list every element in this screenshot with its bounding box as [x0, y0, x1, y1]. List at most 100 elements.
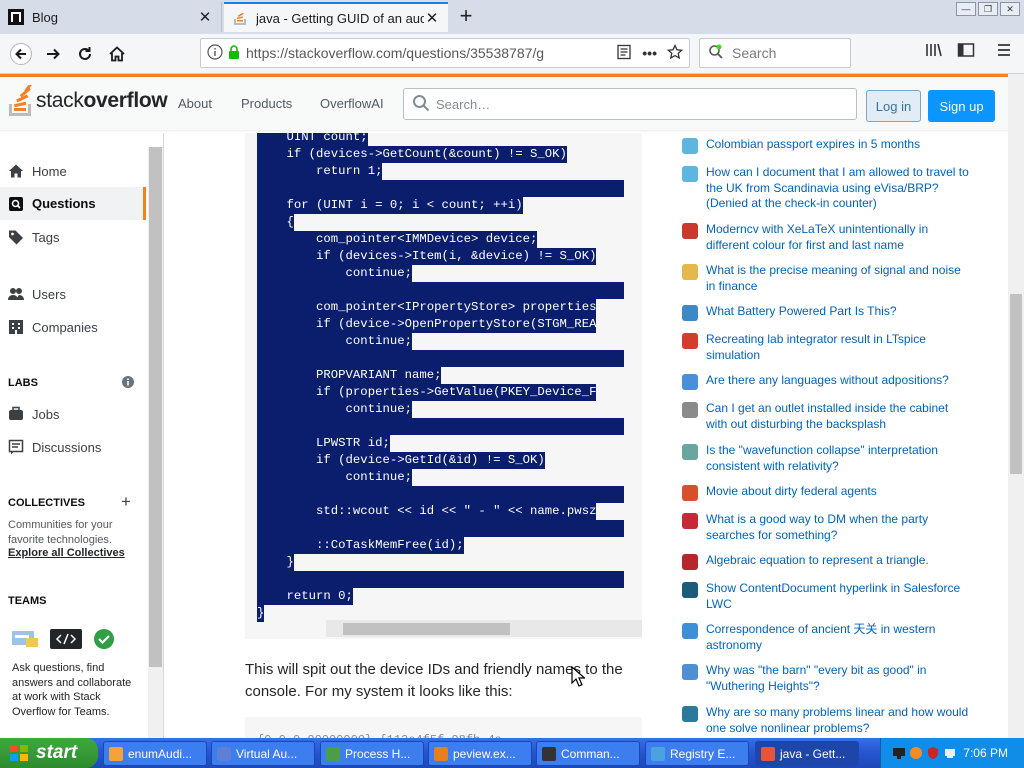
start-label: start: [36, 742, 78, 763]
hot-question-link[interactable]: Why are so many problems linear and how …: [706, 705, 972, 736]
taskbar-item[interactable]: java - Gett...: [755, 741, 859, 766]
menu-hamburger-icon[interactable]: [996, 42, 1012, 63]
taskbar-item[interactable]: enumAudi...: [103, 741, 207, 766]
tab-blog[interactable]: Blog ✕: [0, 2, 222, 32]
sidebar-toggle-icon[interactable]: [957, 42, 975, 63]
hot-question-link[interactable]: Is the "wavefunction collapse" interpret…: [706, 443, 972, 474]
home-button[interactable]: [102, 39, 132, 69]
hot-question-item[interactable]: Why are so many problems linear and how …: [682, 705, 972, 736]
hot-question-link[interactable]: How can I document that I am allowed to …: [706, 165, 972, 212]
so-search-input[interactable]: Search…: [403, 88, 857, 120]
hot-question-item[interactable]: Show ContentDocument hyperlink in Salesf…: [682, 581, 972, 612]
nav-products[interactable]: Products: [241, 96, 292, 111]
code-horizontal-scrollbar[interactable]: [326, 620, 642, 637]
nav-item-questions[interactable]: Questions: [0, 187, 146, 220]
code-horizontal-thumb[interactable]: [343, 623, 510, 635]
restore-icon[interactable]: ❐: [978, 2, 998, 16]
hot-question-item[interactable]: Correspondence of ancient 天关 in western …: [682, 622, 972, 653]
labs-heading: LABS: [8, 377, 38, 389]
code-line-text: for (UINT i = 0; i < count; ++i): [257, 197, 523, 214]
hot-question-link[interactable]: Moderncv with XeLaTeX unintentionally in…: [706, 222, 972, 253]
hot-question-item[interactable]: Are there any languages without adpositi…: [682, 373, 972, 390]
hot-question-item[interactable]: Why was "the barn" "every bit as good" i…: [682, 663, 972, 694]
taskbar-item[interactable]: Registry E...: [645, 741, 749, 766]
hot-question-item[interactable]: Recreating lab integrator result in LTsp…: [682, 332, 972, 363]
nav-item-tags[interactable]: Tags: [8, 229, 59, 245]
hot-question-item[interactable]: What is a good way to DM when the party …: [682, 512, 972, 543]
forward-button[interactable]: [38, 39, 68, 69]
code-line-text: continue;: [257, 401, 412, 418]
reload-button[interactable]: [70, 39, 100, 69]
hot-question-link[interactable]: Colombian passport expires in 5 months: [706, 137, 920, 153]
page-actions-icon[interactable]: •••: [642, 45, 657, 61]
close-window-icon[interactable]: ✕: [1000, 2, 1020, 16]
hot-question-link[interactable]: Show ContentDocument hyperlink in Salesf…: [706, 581, 972, 612]
taskbar-item[interactable]: peview.ex...: [428, 741, 532, 766]
hot-question-link[interactable]: Why was "the barn" "every bit as good" i…: [706, 663, 972, 694]
hot-question-link[interactable]: Are there any languages without adpositi…: [706, 373, 949, 389]
nav-about[interactable]: About: [178, 96, 212, 111]
close-tab-icon[interactable]: ✕: [197, 8, 213, 26]
nav-label: Jobs: [32, 406, 60, 422]
hot-question-item[interactable]: How can I document that I am allowed to …: [682, 165, 972, 212]
browser-search-placeholder: Search: [732, 45, 777, 61]
back-button[interactable]: [6, 39, 36, 69]
hot-question-item[interactable]: Moderncv with XeLaTeX unintentionally in…: [682, 222, 972, 253]
hot-question-link[interactable]: What Battery Powered Part Is This?: [706, 304, 897, 320]
taskbar-item-label: java - Gett...: [780, 746, 846, 761]
hot-question-link[interactable]: Can I get an outlet installed inside the…: [706, 401, 972, 432]
minimize-icon[interactable]: —: [956, 2, 976, 16]
code-line: PROPVARIANT name;: [257, 367, 624, 384]
close-tab-icon[interactable]: ✕: [424, 9, 440, 27]
hot-question-item[interactable]: What Battery Powered Part Is This?: [682, 304, 972, 321]
page-scroll-thumb[interactable]: [1010, 294, 1022, 474]
hot-question-item[interactable]: Algebraic equation to represent a triang…: [682, 553, 972, 570]
code-line: for (UINT i = 0; i < count; ++i): [257, 197, 624, 214]
info-icon[interactable]: [122, 376, 134, 391]
sidebar-scrollbar[interactable]: [148, 147, 163, 738]
nav-item-discussions[interactable]: Discussions: [8, 439, 101, 455]
taskbar-item[interactable]: Virtual Au...: [211, 741, 315, 766]
hot-question-link[interactable]: Correspondence of ancient 天关 in western …: [706, 622, 972, 653]
code-line: ::CoTaskMemFree(id);: [257, 537, 624, 554]
explore-collectives-link[interactable]: Explore all Collectives: [8, 547, 125, 559]
hot-question-item[interactable]: Colombian passport expires in 5 months: [682, 137, 972, 154]
hot-question-item[interactable]: Movie about dirty federal agents: [682, 484, 972, 501]
mouse-cursor-icon: [571, 665, 587, 691]
page-info-icon[interactable]: [207, 43, 223, 63]
hot-question-link[interactable]: What is a good way to DM when the party …: [706, 512, 972, 543]
library-icon[interactable]: [925, 42, 943, 63]
reader-view-icon[interactable]: [616, 44, 632, 63]
hot-question-item[interactable]: Is the "wavefunction collapse" interpret…: [682, 443, 972, 474]
hot-question-link[interactable]: Recreating lab integrator result in LTsp…: [706, 332, 972, 363]
site-movies-icon: [682, 485, 698, 501]
hot-question-link[interactable]: Algebraic equation to represent a triang…: [706, 553, 929, 569]
nav-item-jobs[interactable]: Jobs: [8, 406, 59, 422]
bookmark-star-icon[interactable]: [666, 43, 684, 63]
new-tab-button[interactable]: +: [454, 3, 478, 29]
taskbar-item[interactable]: Comman...: [536, 741, 640, 766]
nav-item-companies[interactable]: Companies: [8, 319, 98, 335]
add-collective-icon[interactable]: +: [121, 492, 131, 512]
hot-question-link[interactable]: Movie about dirty federal agents: [706, 484, 877, 500]
so-logo[interactable]: stack overflow: [8, 85, 168, 117]
signup-button[interactable]: Sign up: [928, 90, 995, 122]
login-button[interactable]: Log in: [866, 90, 921, 122]
site-linguistics-icon: [682, 374, 698, 390]
hot-question-item[interactable]: What is the precise meaning of signal an…: [682, 263, 972, 294]
nav-label: Questions: [32, 196, 96, 211]
teams-illustration: [10, 627, 116, 651]
taskbar-item[interactable]: Process H...: [320, 741, 424, 766]
page-scrollbar[interactable]: [1008, 74, 1024, 738]
nav-overflowai[interactable]: OverflowAI: [320, 96, 384, 111]
start-button[interactable]: start: [0, 738, 98, 768]
code-line-text: if (device->GetId(&id) != S_OK): [257, 452, 545, 469]
sidebar-scroll-thumb[interactable]: [149, 147, 162, 667]
hot-question-item[interactable]: Can I get an outlet installed inside the…: [682, 401, 972, 432]
nav-item-home[interactable]: Home: [8, 163, 67, 179]
browser-search-box[interactable]: Search: [699, 38, 851, 68]
nav-item-users[interactable]: Users: [8, 286, 66, 302]
hot-question-link[interactable]: What is the precise meaning of signal an…: [706, 263, 972, 294]
tab-java-question[interactable]: java - Getting GUID of an audio ✕: [224, 2, 448, 32]
address-bar[interactable]: https://stackoverflow.com/questions/3553…: [200, 38, 690, 68]
